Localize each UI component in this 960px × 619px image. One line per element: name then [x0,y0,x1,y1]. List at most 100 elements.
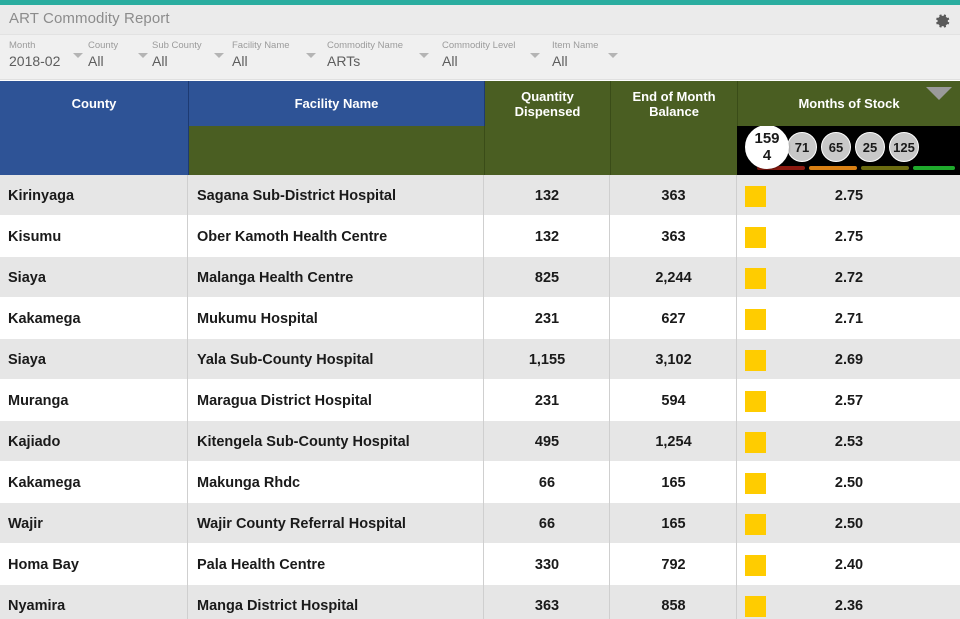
column-header-facility-name-label: Facility Name [294,96,379,111]
art-commodity-report-app: ART Commodity Report Month 2018-02 Count… [0,0,960,619]
column-header-facility-name[interactable]: Facility Name [189,81,485,126]
legend-badge-total-line2: 4 [762,147,772,164]
cell-quantity-dispensed: 1,155 [485,339,610,380]
cell-county: Siaya [0,257,188,298]
filter-sub-county-label: Sub County [152,40,202,51]
cell-county: Wajir [0,503,188,544]
legend-badge-total-line1: 159 [754,130,780,147]
cell-county: Kajiado [0,421,188,462]
chevron-down-icon[interactable] [214,53,224,58]
table-row[interactable]: Homa Bay Pala Health Centre 330 792 2.40 [0,544,960,585]
table-row[interactable]: Siaya Malanga Health Centre 825 2,244 2.72 [0,257,960,298]
legend-bar-orange [809,166,857,170]
cell-end-of-month-balance: 1,254 [611,421,737,462]
filter-item-name-value: All [552,53,568,69]
table-header-row: County Facility Name Quantity Dispensed … [0,81,960,126]
cell-months-of-stock: 2.72 [834,269,864,286]
gear-icon[interactable] [932,11,952,31]
cell-facility-name: Malanga Health Centre [189,257,484,298]
filter-commodity-level-value: All [442,53,458,69]
cell-months-of-stock: 2.50 [834,515,864,532]
page-title: ART Commodity Report [9,10,170,27]
data-grid: County Facility Name Quantity Dispensed … [0,81,960,619]
status-badge [745,350,766,371]
table-row[interactable]: Kajiado Kitengela Sub-County Hospital 495 1… [0,421,960,462]
column-header-quantity-dispensed[interactable]: Quantity Dispensed [485,81,611,126]
column-header-county-label: County [71,96,117,111]
filter-commodity-name-value: ARTs [327,53,361,69]
cell-end-of-month-balance: 594 [611,380,737,421]
chevron-down-icon[interactable] [138,53,148,58]
column-header-months-of-stock[interactable]: Months of Stock [738,81,960,126]
status-badge [745,391,766,412]
cell-facility-name: Ober Kamoth Health Centre [189,216,484,257]
filter-commodity-name[interactable]: Commodity Name ARTs [327,39,429,77]
table-row[interactable]: Muranga Maragua District Hospital 231 594 2.… [0,380,960,421]
legend-badge-understock[interactable]: 65 [821,132,851,162]
filter-item-name[interactable]: Item Name All [552,39,618,77]
column-header-quantity-dispensed-label: Quantity Dispensed [514,88,581,119]
column-header-county[interactable]: County [0,81,189,126]
triangle-down-icon[interactable] [926,87,952,100]
filter-county-label: County [88,40,119,51]
filter-month[interactable]: Month 2018-02 [9,39,83,77]
cell-end-of-month-balance: 3,102 [611,339,737,380]
legend-badge-adequate[interactable]: 25 [855,132,885,162]
column-header-end-of-month-balance[interactable]: End of Month Balance [611,81,738,126]
column-header-end-of-month-balance-label: End of Month Balance [632,88,716,119]
filter-commodity-level[interactable]: Commodity Level All [442,39,540,77]
legend-badge-total[interactable]: 159 4 [745,126,789,169]
cell-months-of-stock: 2.50 [834,474,864,491]
chevron-down-icon[interactable] [306,53,316,58]
status-badge [745,309,766,330]
cell-quantity-dispensed: 363 [485,585,610,619]
table-row[interactable]: Kisumu Ober Kamoth Health Centre 132 363 2.7… [0,216,960,257]
status-badge [745,268,766,289]
cell-end-of-month-balance: 792 [611,544,737,585]
cell-county: Kisumu [0,216,188,257]
cell-facility-name: Makunga Rhdc [189,462,484,503]
legend-green-filler-facility [189,126,484,175]
table-row[interactable]: Siaya Yala Sub-County Hospital 1,155 3,102 2… [0,339,960,380]
legend-badges: 159 4 71 65 25 125 [745,126,923,169]
cell-end-of-month-balance: 627 [611,298,737,339]
legend-green-filler-qty [484,126,610,175]
cell-months-of-stock: 2.40 [834,556,864,573]
filter-item-name-label: Item Name [552,40,599,51]
cell-quantity-dispensed: 495 [485,421,610,462]
chevron-down-icon[interactable] [530,53,540,58]
filter-month-value: 2018-02 [9,53,61,69]
table-body: Kirinyaga Sagana Sub-District Hospital 132… [0,175,960,619]
table-row[interactable]: Kirinyaga Sagana Sub-District Hospital 132… [0,175,960,216]
cell-months-of-stock: 2.71 [834,310,864,327]
cell-end-of-month-balance: 2,244 [611,257,737,298]
legend-badge-stockout[interactable]: 71 [787,132,817,162]
cell-quantity-dispensed: 825 [485,257,610,298]
filter-county-value: All [88,53,104,69]
cell-facility-name: Kitengela Sub-County Hospital [189,421,484,462]
cell-quantity-dispensed: 66 [485,462,610,503]
stock-status-legend: 159 4 71 65 25 125 [737,126,960,175]
cell-facility-name: Manga District Hospital [189,585,484,619]
cell-county: Kirinyaga [0,175,188,216]
filter-facility-name-value: All [232,53,248,69]
cell-facility-name: Wajir County Referral Hospital [189,503,484,544]
column-header-months-of-stock-label: Months of Stock [798,96,900,111]
chevron-down-icon[interactable] [419,53,429,58]
cell-facility-name: Maragua District Hospital [189,380,484,421]
cell-facility-name: Yala Sub-County Hospital [189,339,484,380]
table-row[interactable]: Nyamira Manga District Hospital 363 858 2.36 [0,585,960,619]
cell-end-of-month-balance: 363 [611,216,737,257]
table-row[interactable]: Wajir Wajir County Referral Hospital 66 165… [0,503,960,544]
legend-badge-overstock[interactable]: 125 [889,132,919,162]
cell-quantity-dispensed: 330 [485,544,610,585]
filter-county[interactable]: County All [88,39,148,77]
cell-months-of-stock: 2.69 [834,351,864,368]
legend-color-bars [757,166,955,170]
table-row[interactable]: Kakamega Makunga Rhdc 66 165 2.50 [0,462,960,503]
table-row[interactable]: Kakamega Mukumu Hospital 231 627 2.71 [0,298,960,339]
filter-facility-name[interactable]: Facility Name All [232,39,316,77]
filter-sub-county[interactable]: Sub County All [152,39,224,77]
chevron-down-icon[interactable] [73,53,83,58]
chevron-down-icon[interactable] [608,53,618,58]
